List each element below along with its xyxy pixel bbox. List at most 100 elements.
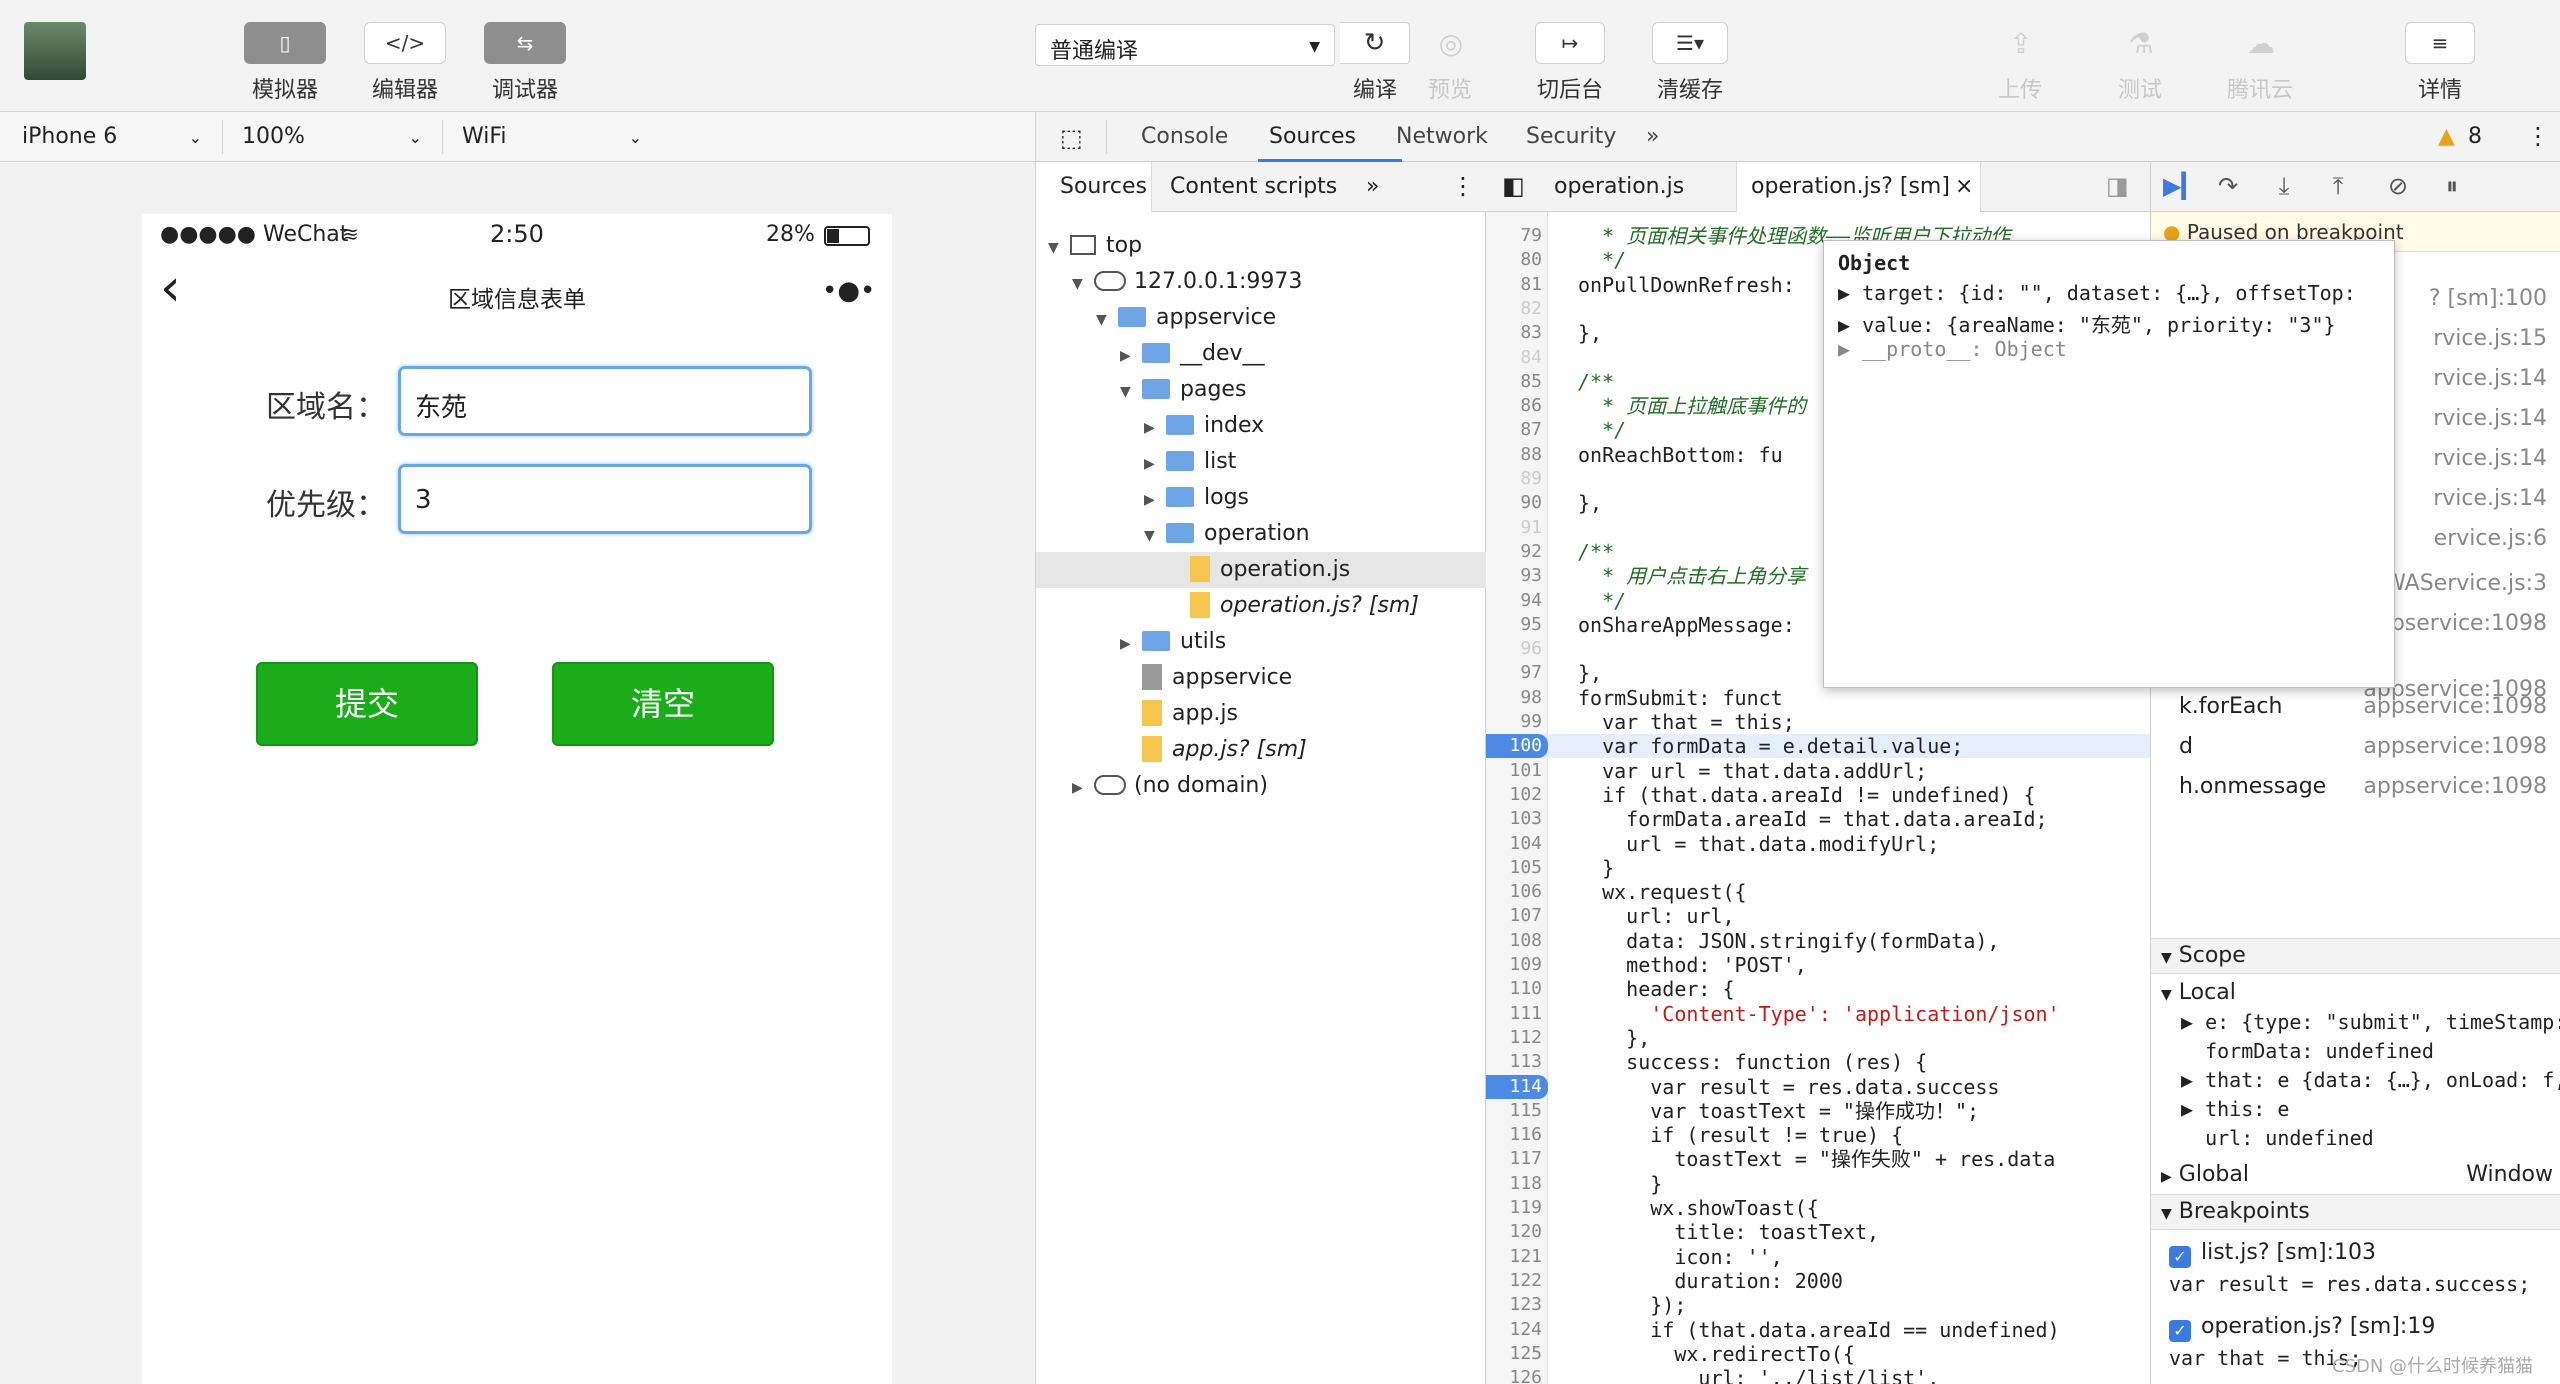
step-out-icon[interactable]: ⤒ [2323,172,2353,202]
line-number[interactable]: 124 [1486,1318,1542,1342]
scope-row[interactable]: url: undefined [2181,1126,2374,1150]
nav-tab-content-scripts[interactable]: Content scripts [1170,174,1337,199]
inspect-icon[interactable]: ⬚ [1060,124,1083,152]
tree-item[interactable]: ▶ __dev__ [1120,336,1265,372]
global-scope-row[interactable]: ▶ Global Window [2161,1162,2560,1187]
line-number[interactable]: 109 [1486,953,1542,977]
more-icon[interactable]: •●• [822,276,875,306]
line-number[interactable]: 92 [1486,540,1542,564]
line-number[interactable]: 93 [1486,564,1542,588]
resume-icon[interactable]: ▶▎ [2163,172,2200,202]
breakpoint-item[interactable]: ✓ operation.js? [sm]:19 [2169,1314,2435,1342]
line-number[interactable]: 104 [1486,832,1542,856]
clear-cache-button[interactable]: ☰▾ 清缓存 [1650,22,1730,104]
tab-console[interactable]: Console [1141,124,1228,149]
call-frame[interactable]: d appservice:1098 [2151,730,2560,770]
warning-count[interactable]: 8 [2468,124,2482,149]
line-number[interactable]: 96 [1486,637,1542,661]
popover-row-value[interactable]: ▶ value: {areaName: "东苑", priority: "3"} [1838,309,2336,338]
line-number[interactable]: 80 [1486,248,1542,272]
line-number[interactable]: 79 [1486,224,1542,248]
deactivate-breakpoints-icon[interactable]: ⊘ [2383,172,2413,202]
device-select[interactable]: iPhone 6 ⌄ [22,124,202,149]
line-number[interactable]: 120 [1486,1220,1542,1244]
zoom-select[interactable]: 100% ⌄ [242,124,422,149]
clear-button[interactable]: 清空 [552,662,774,746]
priority-input[interactable]: 3 [398,464,812,534]
test-button[interactable]: ⚗ 测试 [2100,22,2180,104]
line-number[interactable]: 101 [1486,759,1542,783]
line-number[interactable]: 119 [1486,1196,1542,1220]
more-nav-tabs-icon[interactable]: » [1366,174,1379,199]
breakpoint-item[interactable]: ✓ list.js? [sm]:103 [2169,1240,2376,1268]
tree-item[interactable]: ▶ index [1144,408,1264,444]
editor-button[interactable]: </> 编辑器 [364,22,446,104]
breakpoint-marker[interactable]: 100 [1486,734,1548,759]
checkbox[interactable]: ✓ [2169,1320,2191,1342]
line-number[interactable]: 102 [1486,783,1542,807]
breakpoints-section-header[interactable]: ▼ Breakpoints [2151,1194,2560,1230]
more-tabs-icon[interactable]: » [1646,124,1659,149]
line-number[interactable]: 94 [1486,589,1542,613]
editor-tab-operation-js[interactable]: operation.js [1554,174,1684,199]
tencent-cloud-button[interactable]: ☁ 腾讯云 [2220,22,2300,104]
scope-row[interactable]: ▶ that: e {data: {…}, onLoad: f, [2181,1068,2560,1092]
line-number[interactable]: 106 [1486,880,1542,904]
line-number[interactable]: 85 [1486,370,1542,394]
line-number[interactable]: 82 [1486,297,1542,321]
toggle-debugger-icon[interactable]: ◨ [2106,172,2129,200]
simulator-button[interactable]: ▯ 模拟器 [244,22,326,104]
compile-mode-select[interactable]: 普通编译 ▼ [1035,24,1335,66]
line-number[interactable]: 110 [1486,977,1542,1001]
line-number[interactable]: 122 [1486,1269,1542,1293]
local-scope-header[interactable]: ▼ Local [2161,980,2236,1005]
tree-item[interactable]: ▶ utils [1120,624,1226,660]
tree-item[interactable]: ▼ appservice [1096,300,1276,336]
submit-button[interactable]: 提交 [256,662,478,746]
line-number[interactable]: 117 [1486,1147,1542,1171]
line-number[interactable]: 90 [1486,491,1542,515]
line-number[interactable]: 108 [1486,929,1542,953]
kebab-menu-icon[interactable]: ⋮ [2526,122,2550,150]
line-number[interactable]: 118 [1486,1172,1542,1196]
line-number[interactable]: 103 [1486,807,1542,831]
scope-row[interactable]: formData: undefined [2181,1039,2434,1063]
tree-item[interactable]: ▼ pages [1120,372,1246,408]
line-number[interactable]: 95 [1486,613,1542,637]
line-number[interactable]: 105 [1486,856,1542,880]
line-number[interactable]: 116 [1486,1123,1542,1147]
step-into-icon[interactable]: ⤓ [2269,172,2299,202]
tab-sources[interactable]: Sources [1269,124,1356,149]
tree-item[interactable]: app.js? [sm] [1120,732,1307,768]
network-select[interactable]: WiFi ⌄ [462,124,642,149]
user-avatar[interactable] [24,22,86,80]
tree-item[interactable]: operation.js [1036,552,1486,588]
debugger-button[interactable]: ⇆ 调试器 [484,22,566,104]
tab-security[interactable]: Security [1526,124,1616,149]
tree-item[interactable]: operation.js? [sm] [1168,588,1419,624]
line-number[interactable]: 107 [1486,904,1542,928]
toggle-navigator-icon[interactable]: ◧ [1502,172,1525,200]
line-number[interactable]: 91 [1486,516,1542,540]
line-number[interactable]: 126 [1486,1366,1542,1384]
scope-row[interactable]: ▶ this: e [2181,1097,2289,1121]
line-number[interactable]: 99 [1486,710,1542,734]
line-number[interactable]: 84 [1486,346,1542,370]
line-number[interactable]: 115 [1486,1099,1542,1123]
background-button[interactable]: ↦ 切后台 [1530,22,1610,104]
line-number[interactable]: 98 [1486,686,1542,710]
line-number[interactable]: 81 [1486,273,1542,297]
line-number[interactable]: 87 [1486,418,1542,442]
line-number[interactable]: 83 [1486,321,1542,345]
line-number[interactable]: 89 [1486,467,1542,491]
tree-item[interactable]: app.js [1120,696,1238,732]
call-frame[interactable]: h.onmessage appservice:1098 [2151,770,2560,810]
popover-row-proto[interactable]: ▶ __proto__: Object [1838,337,2067,361]
popover-row-target[interactable]: ▶ target: {id: "", dataset: {…}, offsetT… [1838,281,2356,305]
kebab-menu-icon[interactable]: ⋮ [1451,172,1475,200]
line-number[interactable]: 125 [1486,1342,1542,1366]
checkbox[interactable]: ✓ [2169,1246,2191,1268]
nav-tab-sources[interactable]: Sources [1060,174,1147,199]
upload-button[interactable]: ⇪ 上传 [1980,22,2060,104]
scope-section-header[interactable]: ▼ Scope [2151,938,2560,974]
